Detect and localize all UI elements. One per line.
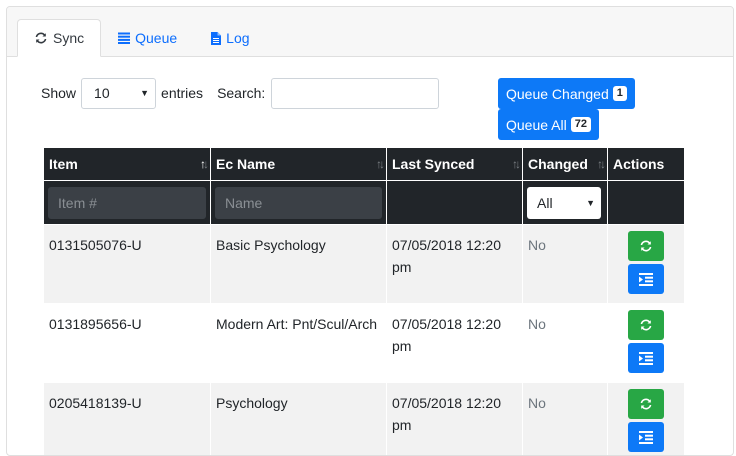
column-header-item[interactable]: Item ↑↓ (44, 148, 211, 181)
tab-log-label: Log (226, 30, 249, 46)
sync-icon (639, 318, 653, 332)
entries-select[interactable]: 10 ▼ (81, 78, 156, 109)
column-header-actions: Actions (608, 148, 685, 181)
sync-table: Item ↑↓ Ec Name ↑↓ Last Synced ↑↓ Change… (43, 147, 685, 456)
name-filter-input[interactable] (215, 187, 382, 219)
sync-card: Sync Queue Log Show 10 ▼ entries Search: (6, 6, 734, 456)
filter-cell-changed: All ▼ (523, 181, 608, 225)
indent-icon (639, 273, 653, 286)
cell-ec-name: Basic Psychology (211, 225, 387, 304)
queue-all-count: 72 (571, 117, 591, 132)
changed-filter-select[interactable]: All ▼ (527, 187, 601, 219)
queue-all-button[interactable]: Queue All 72 (498, 109, 599, 140)
tab-log[interactable]: Log (194, 19, 266, 57)
tab-queue[interactable]: Queue (101, 19, 194, 57)
queue-all-label: Queue All (506, 117, 567, 133)
filter-cell-item (44, 181, 211, 225)
sort-icon: ↑↓ (597, 157, 603, 171)
cell-changed: No (523, 225, 608, 304)
file-icon (211, 32, 221, 45)
column-header-changed[interactable]: Changed ↑↓ (523, 148, 608, 181)
sort-icon: ↑↓ (376, 157, 382, 171)
column-header-ec-name[interactable]: Ec Name ↑↓ (211, 148, 387, 181)
tab-sync-label: Sync (53, 30, 84, 46)
queue-row-button[interactable] (628, 264, 664, 294)
sync-icon (34, 31, 48, 45)
entries-label: entries (161, 85, 203, 101)
card-header: Sync Queue Log (7, 7, 733, 57)
sort-icon: ↑↓ (512, 157, 518, 171)
sync-icon (639, 239, 653, 253)
column-header-last-synced[interactable]: Last Synced ↑↓ (387, 148, 523, 181)
show-label: Show (41, 85, 76, 101)
tab-sync[interactable]: Sync (17, 19, 101, 57)
indent-icon (639, 431, 653, 444)
cell-changed: No (523, 304, 608, 383)
filter-cell-last-synced (387, 181, 523, 225)
list-icon (118, 32, 130, 44)
cell-last-synced: 07/05/2018 12:20 pm (387, 304, 523, 383)
table-row: 0131895656-U Modern Art: Pnt/Scul/Arch 0… (44, 304, 685, 383)
sync-icon (639, 397, 653, 411)
cell-actions (608, 304, 685, 383)
cell-item: 0131505076-U (44, 225, 211, 304)
queue-row-button[interactable] (628, 343, 664, 373)
cell-ec-name: Modern Art: Pnt/Scul/Arch (211, 304, 387, 383)
item-filter-input[interactable] (48, 187, 206, 219)
table-row: 0131505076-U Basic Psychology 07/05/2018… (44, 225, 685, 304)
queue-row-button[interactable] (628, 422, 664, 452)
search-label: Search: (217, 85, 265, 101)
filter-cell-actions (608, 181, 685, 225)
filter-cell-name (211, 181, 387, 225)
tab-queue-label: Queue (135, 30, 177, 46)
entries-value: 10 (94, 85, 110, 101)
tab-bar: Sync Queue Log (17, 19, 267, 57)
search-input[interactable] (271, 78, 439, 109)
queue-changed-count: 1 (613, 86, 627, 101)
caret-down-icon: ▼ (586, 198, 595, 208)
sync-row-button[interactable] (628, 231, 664, 261)
sort-icon: ↑↓ (200, 157, 206, 171)
caret-down-icon: ▼ (140, 88, 149, 98)
cell-actions (608, 225, 685, 304)
sync-row-button[interactable] (628, 310, 664, 340)
indent-icon (639, 352, 653, 365)
cell-last-synced: 07/05/2018 12:20 pm (387, 225, 523, 304)
queue-changed-button[interactable]: Queue Changed 1 (498, 78, 635, 109)
cell-item: 0131895656-U (44, 304, 211, 383)
queue-changed-label: Queue Changed (506, 86, 609, 102)
sync-row-button[interactable] (628, 389, 664, 419)
table-controls: Show 10 ▼ entries Search: (41, 77, 439, 109)
